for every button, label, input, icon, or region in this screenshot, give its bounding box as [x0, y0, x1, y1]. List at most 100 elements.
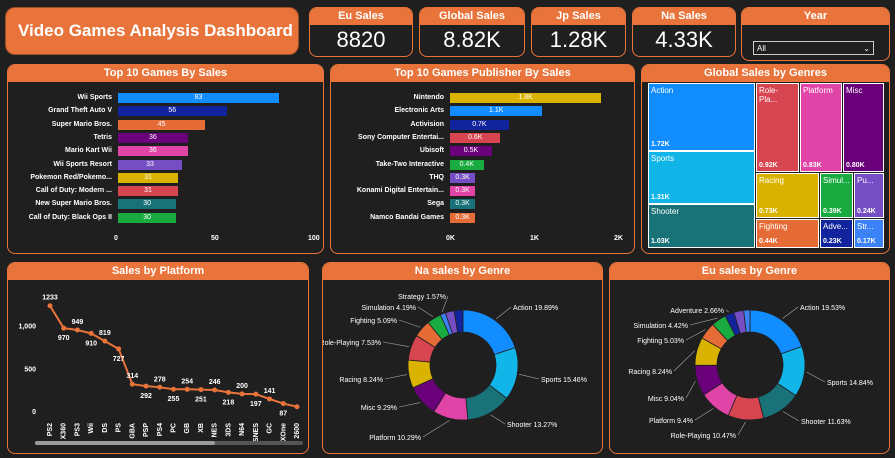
x-axis-tick-label: SNES	[253, 423, 260, 442]
donut-label: Shooter 13.27%	[507, 422, 557, 429]
data-label: 254	[181, 378, 193, 385]
data-point	[239, 391, 245, 397]
donut-label: Misc 9.29%	[361, 405, 397, 412]
donut-label: Racing 8.24%	[628, 369, 672, 376]
treemap-cell: Adve... 0.23K	[820, 219, 853, 248]
bar: 0.3K	[450, 172, 476, 183]
x-axis-tick-label: PSP	[143, 423, 150, 437]
panel-title: Eu sales by Genre	[610, 263, 889, 280]
treemap-cell: Pu... 0.24K	[854, 173, 884, 218]
x-axis-tick-label: X360	[61, 423, 68, 439]
leader-line	[694, 408, 714, 421]
data-point	[47, 303, 53, 309]
bar-category-label: Call of Duty: Black Ops II	[28, 213, 112, 221]
donut-label: Racing 8.24%	[339, 377, 383, 384]
kpi-eu-sales: Eu Sales 8820	[309, 7, 413, 57]
x-axis-tick-label: 2600	[294, 423, 301, 439]
treemap-cell: Misc 0.80K	[843, 83, 884, 172]
data-label: 200	[236, 383, 248, 390]
data-label: 255	[168, 396, 180, 403]
scrollbar-thumb[interactable]	[35, 441, 215, 445]
treemap-cell-label: Adve...	[823, 222, 848, 231]
treemap-cell: Fighting 0.44K	[756, 219, 819, 248]
data-label: 1233	[42, 295, 58, 302]
data-point	[61, 325, 67, 331]
donut-label: Simulation 4.19%	[362, 305, 416, 312]
leader-line	[673, 350, 696, 372]
donut-label: Action 19.89%	[513, 305, 558, 312]
bar-category-label: Konami Digital Entertain...	[356, 187, 444, 195]
bar-category-label: New Super Mario Bros.	[35, 200, 112, 208]
treemap-cell: Simul... 0.39K	[820, 173, 853, 218]
data-label: 727	[113, 356, 125, 363]
treemap-cell: Action 1.72K	[648, 83, 755, 151]
bar: 0.4K	[450, 159, 484, 170]
x-axis-tick-label: GBA	[129, 423, 136, 439]
axis-tick-label: 100	[308, 235, 320, 242]
bar: 33	[118, 159, 183, 170]
bar: 1.8K	[450, 93, 602, 103]
data-label: 246	[209, 379, 221, 386]
kpi-value: 1.28K	[549, 27, 608, 52]
leader-line	[384, 374, 407, 380]
donut-label: Shooter 11.63%	[801, 419, 851, 426]
panel-title: Top 10 Games Publisher By Sales	[331, 65, 634, 82]
genres-treemap-panel: Global Sales by Genres Action 1.72K Sports…	[641, 64, 890, 254]
treemap-cell-label: Action	[651, 86, 674, 95]
data-point	[171, 386, 176, 392]
top-publishers-panel: Top 10 Games Publisher By Sales Nintendo…	[330, 64, 635, 254]
donut-label: Platform 10.29%	[369, 435, 421, 442]
bar: 56	[118, 106, 227, 117]
kpi-label: Na Sales	[633, 8, 735, 25]
bar: 0.3K	[450, 212, 476, 223]
bar-category-label: Nintendo	[413, 94, 444, 101]
y-axis-tick-label: 500	[24, 366, 36, 373]
donut-label: Fighting 5.03%	[637, 338, 684, 345]
x-axis-tick-label: PS3	[74, 423, 81, 436]
bar-category-label: Mario Kart Wii	[65, 147, 112, 155]
treemap-cell-value: 0.73K	[759, 208, 778, 215]
treemap-cell-value: 0.17K	[857, 238, 876, 245]
data-point	[225, 389, 231, 395]
donut-label: Role-Playing 10.47%	[671, 433, 736, 440]
axis-tick-label: 2K	[614, 235, 623, 242]
treemap-cell: Sports 1.31K	[648, 151, 755, 204]
x-axis-tick-label: XOne	[280, 423, 287, 441]
data-point	[253, 391, 259, 397]
panel-title: Global Sales by Genres	[642, 65, 889, 82]
x-axis-tick-label: NES	[212, 423, 219, 438]
platform-line-chart: 0 500 1,000 1233 PS2 970 X360 949 PS3 910 Wii 819 DS…	[18, 295, 301, 442]
bar: 45	[118, 119, 206, 130]
treemap-cell-value: 0.39K	[823, 208, 842, 215]
year-dropdown[interactable]: All ⌄	[753, 41, 874, 55]
data-label: 970	[58, 335, 70, 342]
year-slicer-label: Year	[742, 8, 889, 25]
bar-category-label: Wii Sports Resort	[53, 160, 112, 168]
platform-panel: Sales by Platform 0 500 1,000 1233 PS2 970 X36…	[7, 262, 309, 454]
donut-label: Action 19.53%	[800, 305, 845, 312]
data-label: 819	[99, 330, 111, 337]
y-axis-tick-label: 0	[32, 409, 36, 416]
x-axis-tick-label: XB	[198, 423, 205, 433]
data-point	[198, 387, 204, 393]
data-point	[184, 386, 190, 392]
year-dropdown-value: All	[757, 44, 766, 53]
treemap-cell: Str... 0.17K	[854, 219, 884, 248]
leader-line	[782, 306, 799, 319]
treemap-cell: Shooter 1.03K	[648, 204, 755, 248]
bar-category-label: Super Mario Bros.	[51, 120, 112, 128]
kpi-label: Eu Sales	[310, 8, 412, 25]
treemap-cell-label: Simul...	[823, 176, 850, 185]
axis-tick-label: 0K	[446, 235, 455, 242]
x-axis-tick-label: GC	[267, 423, 274, 434]
treemap-cell-label: Racing	[759, 176, 784, 185]
year-slicer: Year All ⌄	[741, 7, 890, 61]
leader-line	[490, 414, 506, 425]
bar-category-label: Grand Theft Auto V	[48, 107, 112, 115]
donut-label: Sports 15.46%	[541, 377, 587, 384]
kpi-global-sales: Global Sales 8.82K	[419, 7, 525, 57]
dashboard-title: Video Games Analysis Dashboard	[5, 7, 299, 55]
horizontal-scrollbar[interactable]	[35, 441, 303, 445]
bar: 30	[118, 199, 177, 210]
bar: 36	[118, 132, 188, 143]
